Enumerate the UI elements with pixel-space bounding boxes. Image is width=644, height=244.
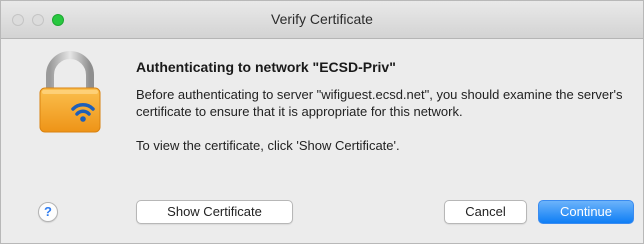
continue-button[interactable]: Continue: [538, 200, 634, 224]
cancel-button[interactable]: Cancel: [444, 200, 527, 224]
verify-certificate-dialog: Verify Certificate Authenticating to net…: [0, 0, 644, 244]
dialog-message-block: Before authenticating to server "wifigue…: [136, 86, 631, 154]
help-button[interactable]: ?: [38, 202, 58, 222]
dialog-message: Before authenticating to server "wifigue…: [136, 87, 623, 119]
show-certificate-button[interactable]: Show Certificate: [136, 200, 293, 224]
dialog-heading: Authenticating to network "ECSD-Priv": [136, 59, 396, 75]
padlock-wifi-icon: [39, 51, 101, 133]
title-bar[interactable]: Verify Certificate: [1, 1, 643, 39]
dialog-instruction: To view the certificate, click 'Show Cer…: [136, 138, 400, 153]
window-title: Verify Certificate: [271, 11, 373, 27]
